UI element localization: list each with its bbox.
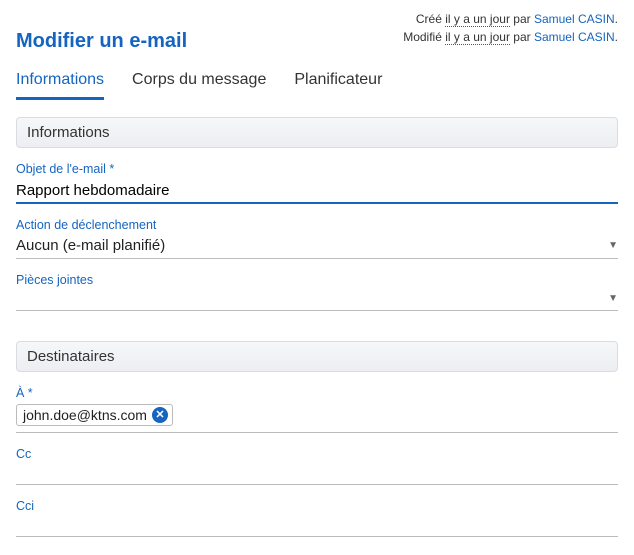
- modified-by-link[interactable]: Samuel CASIN: [534, 30, 615, 44]
- field-trigger: Action de déclenchement Aucun (e-mail pl…: [16, 218, 618, 259]
- tab-planificateur[interactable]: Planificateur: [294, 67, 382, 100]
- field-cci: Cci: [16, 499, 618, 537]
- modified-prefix: Modifié: [403, 30, 445, 44]
- field-subject: Objet de l'e-mail *: [16, 162, 618, 204]
- recipient-chip-label: john.doe@ktns.com: [23, 407, 147, 423]
- modified-by-prefix: par: [510, 30, 534, 44]
- created-by-prefix: par: [510, 12, 534, 26]
- recipient-chip: john.doe@ktns.com ✕: [16, 404, 173, 426]
- created-by-link[interactable]: Samuel CASIN: [534, 12, 615, 26]
- tab-corps[interactable]: Corps du message: [132, 67, 266, 100]
- to-input[interactable]: john.doe@ktns.com ✕: [16, 402, 618, 433]
- meta-block: Créé il y a un jour par Samuel CASIN. Mo…: [403, 10, 618, 46]
- modified-time: il y a un jour: [445, 30, 510, 45]
- close-icon[interactable]: ✕: [152, 407, 168, 423]
- trigger-value: Aucun (e-mail planifié): [16, 237, 165, 254]
- field-cc: Cc: [16, 447, 618, 485]
- to-label: À *: [16, 386, 618, 400]
- tab-informations[interactable]: Informations: [16, 67, 104, 100]
- created-prefix: Créé: [416, 12, 445, 26]
- subject-label: Objet de l'e-mail *: [16, 162, 618, 176]
- field-attachments: Pièces jointes ▼: [16, 273, 618, 311]
- section-informations: Informations: [16, 117, 618, 148]
- cci-label: Cci: [16, 499, 618, 513]
- created-line: Créé il y a un jour par Samuel CASIN.: [403, 10, 618, 28]
- subject-input[interactable]: [16, 178, 618, 204]
- page-title: Modifier un e-mail: [16, 10, 187, 53]
- created-period: .: [615, 12, 618, 26]
- field-to: À * john.doe@ktns.com ✕: [16, 386, 618, 433]
- chevron-down-icon: ▼: [608, 240, 618, 251]
- trigger-select[interactable]: Aucun (e-mail planifié) ▼: [16, 234, 618, 259]
- section-destinataires: Destinataires: [16, 341, 618, 372]
- attachments-select[interactable]: ▼: [16, 289, 618, 311]
- created-time: il y a un jour: [445, 12, 510, 27]
- cci-input[interactable]: [16, 515, 618, 537]
- chevron-down-icon: ▼: [608, 293, 618, 304]
- attachments-label: Pièces jointes: [16, 273, 618, 287]
- modified-line: Modifié il y a un jour par Samuel CASIN.: [403, 28, 618, 46]
- modified-period: .: [615, 30, 618, 44]
- trigger-label: Action de déclenchement: [16, 218, 618, 232]
- cc-input[interactable]: [16, 463, 618, 485]
- cc-label: Cc: [16, 447, 618, 461]
- tab-bar: Informations Corps du message Planificat…: [16, 67, 618, 101]
